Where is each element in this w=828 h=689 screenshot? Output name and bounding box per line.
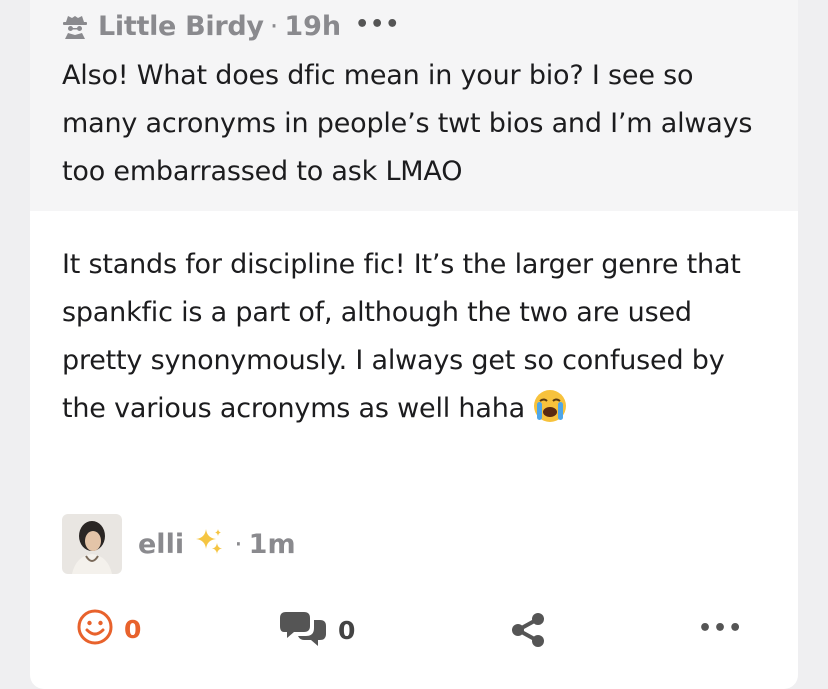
smiley-icon	[76, 608, 114, 650]
answer-section: It stands for discipline fic! It’s the l…	[30, 211, 798, 439]
question-section: Little Birdy · 19h ••• Also! What does d…	[30, 0, 798, 211]
share-button[interactable]	[508, 610, 548, 654]
question-text: Also! What does dfic mean in your bio? I…	[62, 60, 753, 187]
post-card: Little Birdy · 19h ••• Also! What does d…	[30, 0, 798, 689]
react-button[interactable]: 0	[76, 608, 141, 650]
more-options-button[interactable]: •••	[698, 616, 743, 641]
question-header: Little Birdy · 19h •••	[62, 8, 768, 44]
sparkles-icon	[194, 527, 224, 561]
comments-count: 0	[338, 615, 356, 645]
answer-timestamp: 1m	[248, 528, 296, 560]
answer-text: It stands for discipline fic! It’s the l…	[62, 249, 741, 424]
reactions-count: 0	[124, 614, 142, 644]
action-bar: 0 0 •••	[30, 606, 798, 656]
responder-row: elli · 1m	[62, 514, 296, 574]
avatar[interactable]	[62, 514, 122, 574]
separator-dot: ·	[234, 528, 243, 560]
responder-name[interactable]: elli	[138, 529, 184, 560]
comments-icon	[280, 608, 328, 652]
question-timestamp: 19h	[284, 10, 342, 42]
question-more-icon[interactable]: •••	[355, 12, 400, 37]
crying-face-icon	[533, 389, 567, 439]
separator-dot: ·	[269, 10, 279, 42]
comment-button[interactable]: 0	[280, 608, 355, 652]
share-icon	[508, 610, 548, 654]
more-icon: •••	[698, 616, 744, 641]
anonymous-spy-icon	[62, 12, 90, 40]
asker-name[interactable]: Little Birdy	[98, 11, 264, 42]
